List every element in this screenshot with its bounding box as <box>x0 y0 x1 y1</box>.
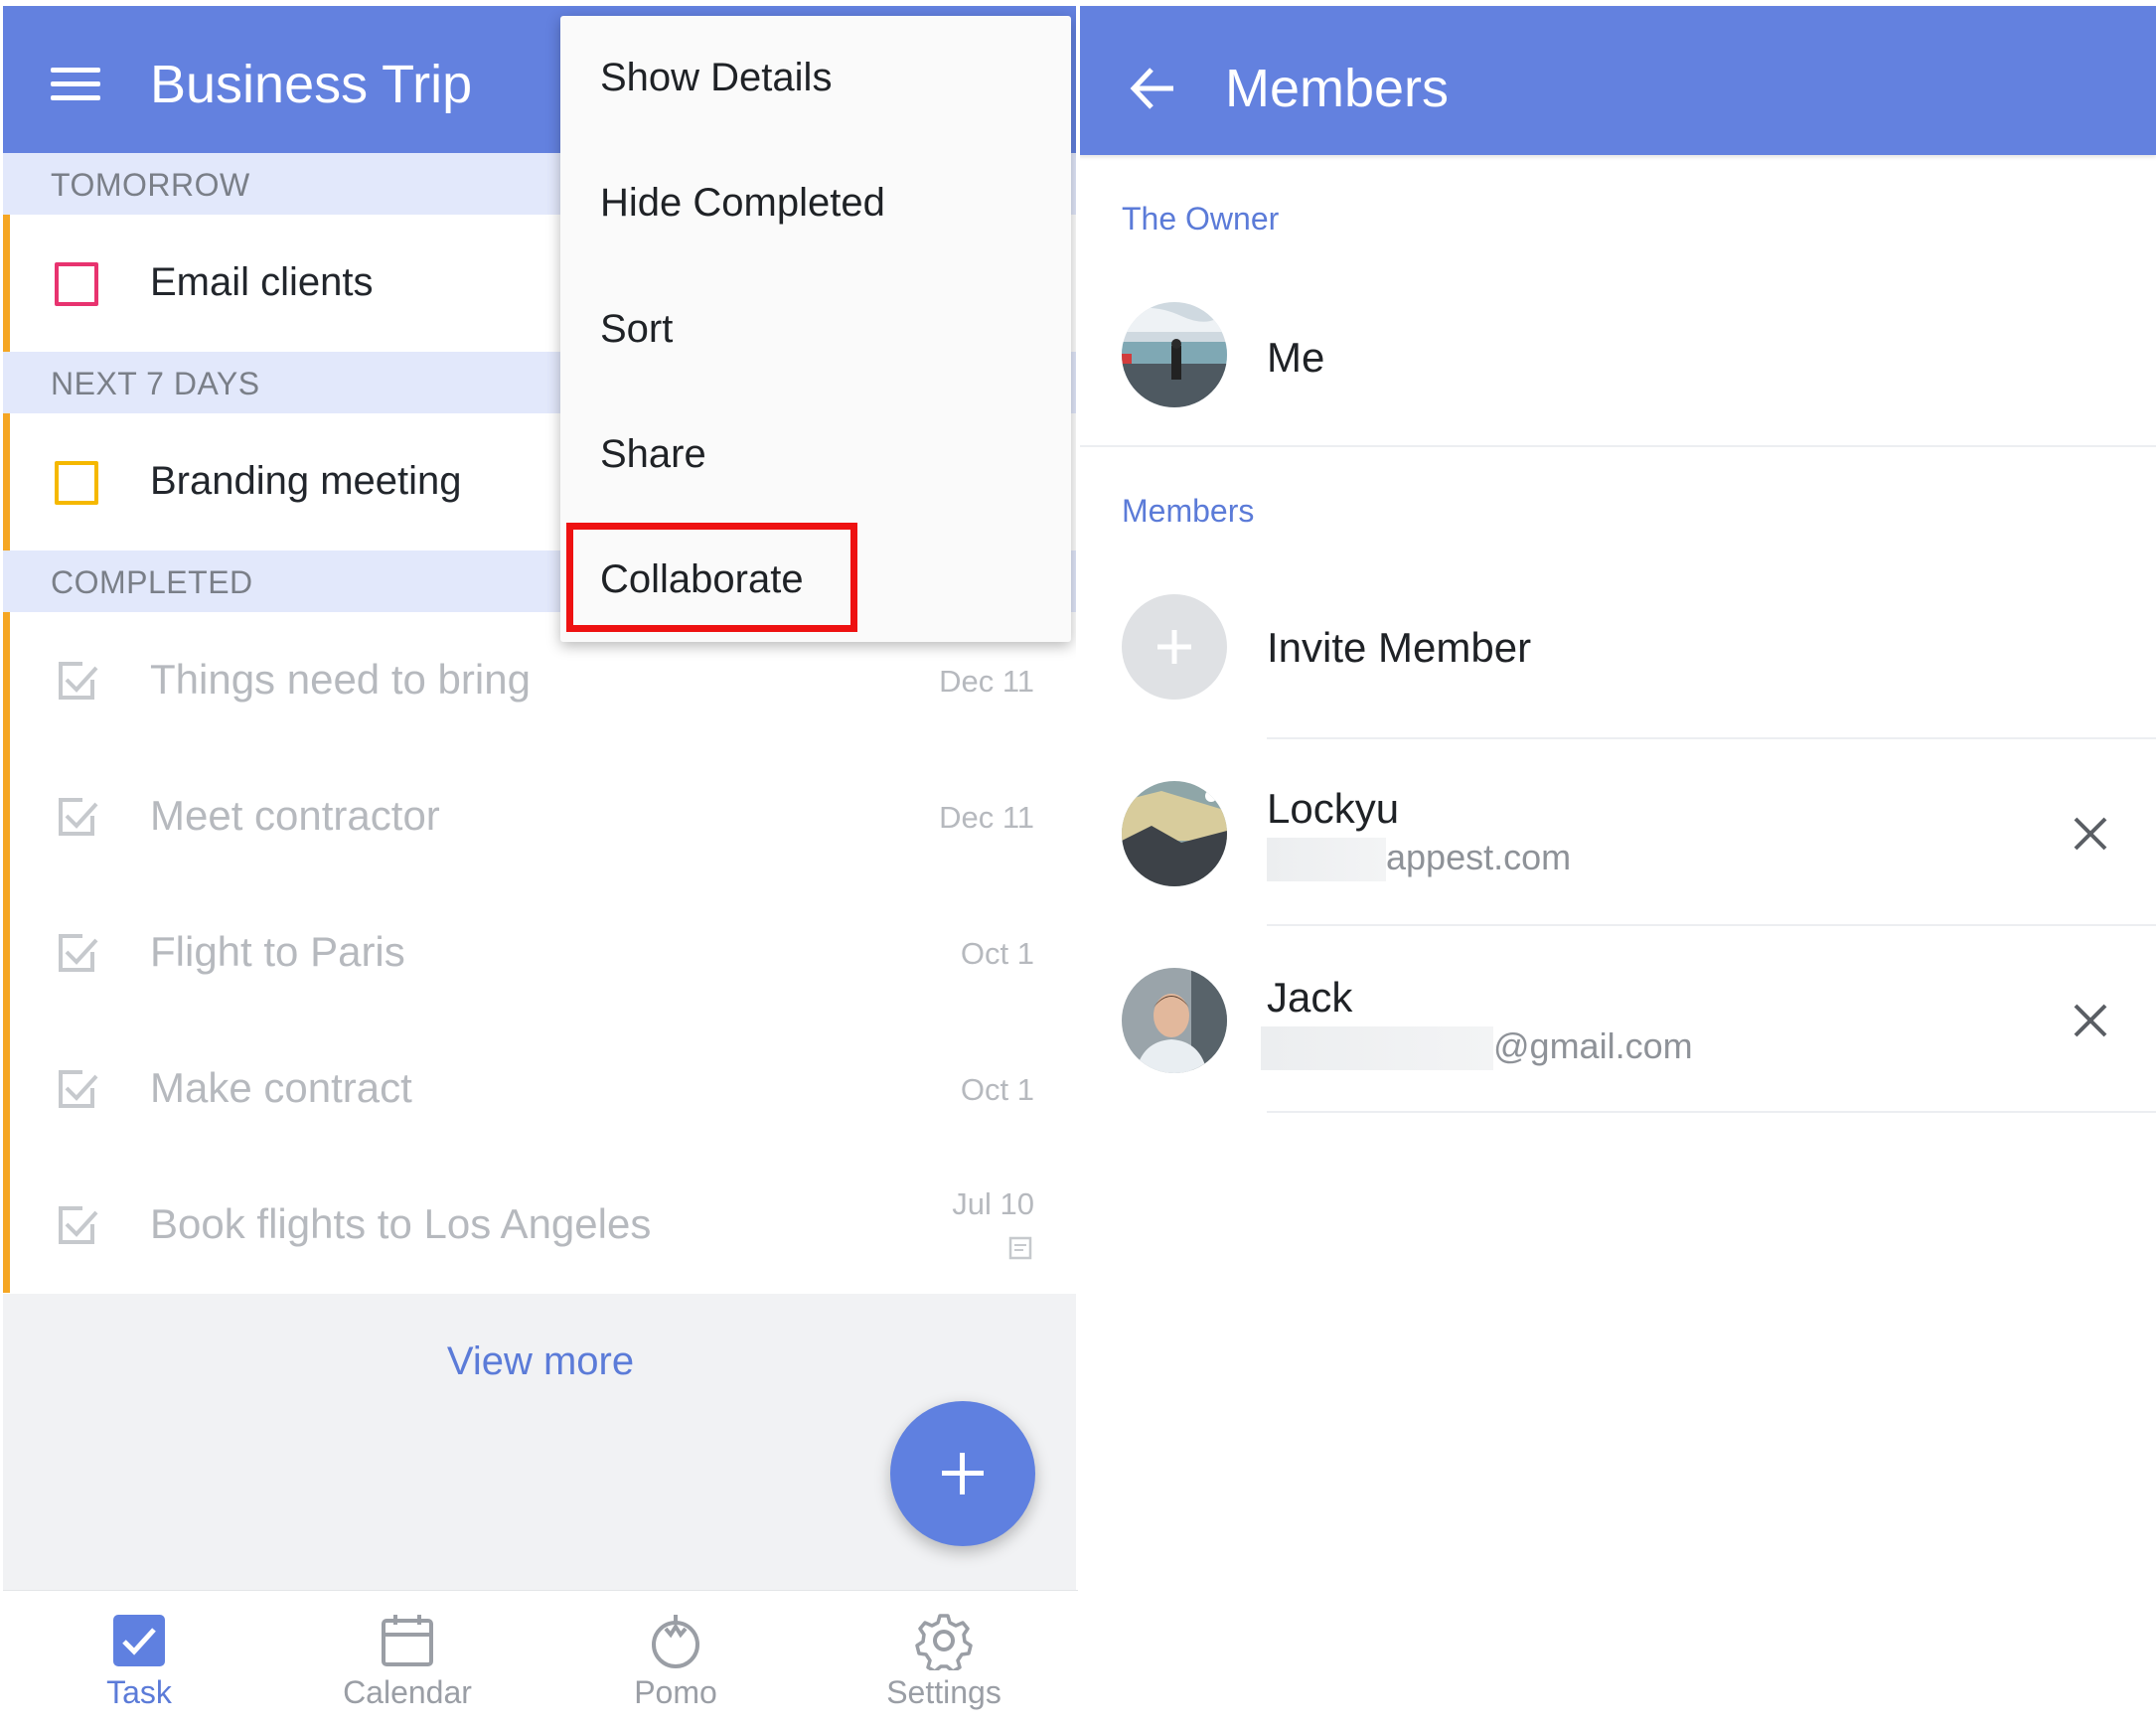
member-name: Lockyu <box>1267 785 1400 832</box>
divider <box>1267 1111 2156 1113</box>
divider <box>1078 445 2156 447</box>
task-checkbox[interactable] <box>55 262 98 306</box>
task-date: Oct 1 <box>960 936 1034 971</box>
nav-label: Pomo <box>634 1674 717 1710</box>
avatar <box>1122 968 1227 1073</box>
nav-label: Settings <box>886 1674 1001 1710</box>
members-heading: Members <box>1122 493 1255 529</box>
page-title: Members <box>1225 59 1450 118</box>
task-title: Meet contractor <box>150 792 440 839</box>
redacted-email-part <box>1267 838 1386 882</box>
gear-icon <box>915 1614 973 1670</box>
add-task-button[interactable] <box>890 1401 1035 1546</box>
task-title: Flight to Paris <box>150 928 405 975</box>
menu-item-show-details[interactable]: Show Details <box>600 56 832 100</box>
task-title: Branding meeting <box>150 459 462 503</box>
nav-settings[interactable]: Settings <box>810 1591 1078 1729</box>
divider <box>1267 737 2156 739</box>
plus-icon <box>1157 630 1191 664</box>
menu-item-share[interactable]: Share <box>600 432 706 477</box>
completed-task-row[interactable]: Book flights to Los Angeles Jul 10 <box>3 1157 1078 1293</box>
list-title: Business Trip <box>150 55 473 114</box>
task-date: Dec 11 <box>939 664 1034 699</box>
nav-pomo[interactable]: Pomo <box>541 1591 810 1729</box>
divider <box>1267 924 2156 926</box>
members-screen: Members The Owner Me Members Invite Memb… <box>1078 0 2156 1729</box>
remove-member-icon[interactable] <box>2068 998 2113 1043</box>
owner-name: Me <box>1267 334 1325 381</box>
completed-task-row[interactable]: Make contract Oct 1 <box>3 1021 1078 1157</box>
menu-item-sort[interactable]: Sort <box>600 307 673 352</box>
highlight-box <box>566 523 857 632</box>
nav-task[interactable]: Task <box>5 1591 273 1729</box>
task-date: Oct 1 <box>960 1072 1034 1107</box>
section-label: COMPLETED <box>51 564 253 600</box>
checked-box-icon[interactable] <box>55 1202 100 1248</box>
checked-box-icon[interactable] <box>55 1066 100 1112</box>
nav-label: Task <box>106 1674 172 1710</box>
member-name: Jack <box>1267 974 1353 1021</box>
completed-task-row[interactable]: Flight to Paris Oct 1 <box>3 884 1078 1021</box>
task-title: Email clients <box>150 260 374 304</box>
bottom-navigation: Task Calendar Pomo Settings <box>3 1590 1078 1729</box>
nav-label: Calendar <box>343 1674 472 1710</box>
member-email: appest.com <box>1267 837 1571 882</box>
invite-member-button[interactable] <box>1122 594 1227 700</box>
pomo-icon <box>652 1615 699 1668</box>
invite-member-label[interactable]: Invite Member <box>1267 624 1531 672</box>
menu-item-hide-completed[interactable]: Hide Completed <box>600 181 885 226</box>
hamburger-menu-icon[interactable] <box>51 68 100 101</box>
nav-calendar[interactable]: Calendar <box>273 1591 541 1729</box>
calendar-icon <box>382 1615 433 1666</box>
member-email: @gmail.com <box>1261 1025 1693 1071</box>
task-list-screen: Business Trip TOMORROW Email clients NEX… <box>3 0 1078 1729</box>
checked-box-icon[interactable] <box>55 658 100 704</box>
redacted-email-part <box>1261 1026 1493 1071</box>
task-title: Make contract <box>150 1064 412 1111</box>
panel-separator <box>1076 0 1080 1590</box>
section-label: TOMORROW <box>51 167 250 203</box>
owner-heading: The Owner <box>1122 201 1280 236</box>
remove-member-icon[interactable] <box>2068 811 2113 857</box>
checked-box-icon[interactable] <box>55 930 100 976</box>
task-check-icon <box>113 1615 165 1666</box>
avatar <box>1122 781 1227 886</box>
completed-task-row[interactable]: Meet contractor Dec 11 <box>3 748 1078 884</box>
task-date: Jul 10 <box>952 1186 1034 1221</box>
note-icon <box>1008 1236 1032 1260</box>
view-more-link[interactable]: View more <box>3 1339 1078 1384</box>
task-title: Book flights to Los Angeles <box>150 1200 652 1247</box>
back-arrow-icon[interactable] <box>1128 64 1177 113</box>
avatar <box>1122 302 1227 407</box>
checked-box-icon[interactable] <box>55 794 100 840</box>
task-title: Things need to bring <box>150 656 531 703</box>
task-date: Dec 11 <box>939 800 1034 835</box>
section-label: NEXT 7 DAYS <box>51 366 260 401</box>
members-header: Members <box>1078 6 2156 155</box>
task-checkbox[interactable] <box>55 461 98 505</box>
